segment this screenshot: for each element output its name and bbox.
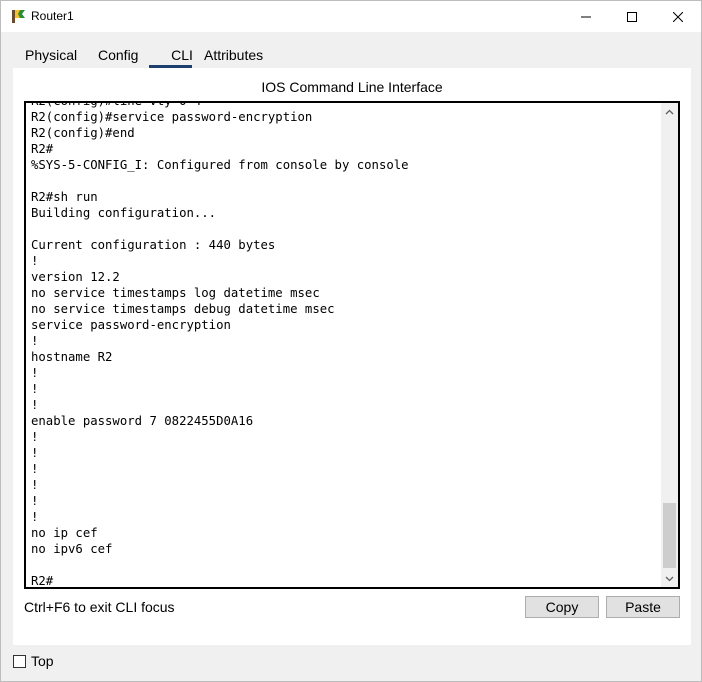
title-bar[interactable]: Router1	[1, 1, 701, 32]
close-button[interactable]	[655, 1, 701, 32]
scroll-down-button[interactable]	[661, 570, 678, 587]
exit-focus-hint: Ctrl+F6 to exit CLI focus	[24, 599, 175, 615]
tab-attributes[interactable]: Attributes	[204, 47, 263, 63]
terminal-line: !	[31, 446, 39, 460]
terminal-output: R2(config)#line vty 0 4 R2(config)#servic…	[31, 101, 409, 588]
terminal-line: no ip cef	[31, 526, 98, 540]
terminal-scrollbar[interactable]	[661, 103, 678, 587]
close-icon	[673, 11, 683, 22]
minimize-button[interactable]	[563, 1, 609, 32]
terminal-line: !	[31, 366, 39, 380]
top-checkbox[interactable]	[13, 654, 26, 668]
terminal-line: R2#sh run	[31, 190, 98, 204]
terminal-line: !	[31, 398, 39, 412]
terminal-line: !	[31, 462, 39, 476]
tab-config[interactable]: Config	[98, 47, 138, 63]
tab-cli[interactable]: CLI	[161, 47, 203, 63]
router-app-icon	[10, 8, 26, 24]
terminal-line: no service timestamps log datetime msec	[31, 286, 320, 300]
terminal-line: !	[31, 478, 39, 492]
terminal-line: !	[31, 334, 39, 348]
cli-terminal[interactable]: R2(config)#line vty 0 4 R2(config)#servic…	[24, 101, 680, 589]
footer: Top	[13, 652, 54, 670]
chevron-up-icon	[665, 109, 674, 114]
terminal-line: !	[31, 494, 39, 508]
window-title: Router1	[31, 9, 74, 23]
terminal-line: R2(config)#end	[31, 126, 135, 140]
terminal-line: !	[31, 430, 39, 444]
scroll-up-button[interactable]	[661, 103, 678, 120]
cli-panel: IOS Command Line Interface R2(config)#li…	[13, 68, 691, 645]
paste-button[interactable]: Paste	[606, 596, 680, 618]
terminal-line: !	[31, 254, 39, 268]
terminal-line: R2#	[31, 574, 54, 588]
copy-button[interactable]: Copy	[525, 596, 599, 618]
panel-title: IOS Command Line Interface	[261, 79, 443, 95]
terminal-line: !	[31, 510, 39, 524]
terminal-line: Current configuration : 440 bytes	[31, 238, 276, 252]
maximize-icon	[627, 11, 637, 22]
terminal-line: R2#	[31, 142, 54, 156]
minimize-icon	[581, 16, 591, 17]
maximize-button[interactable]	[609, 1, 655, 32]
terminal-line: !	[31, 382, 39, 396]
terminal-line: hostname R2	[31, 350, 113, 364]
terminal-line: no service timestamps debug datetime mse…	[31, 302, 335, 316]
router-window: Router1 Physical Config CLI Attributes I…	[0, 0, 702, 682]
scroll-thumb[interactable]	[663, 503, 676, 568]
terminal-line: R2(config)#line vty 0 4	[31, 101, 202, 108]
terminal-line: service password-encryption	[31, 318, 231, 332]
tab-physical[interactable]: Physical	[25, 47, 77, 63]
chevron-down-icon	[665, 576, 674, 581]
top-checkbox-label: Top	[31, 653, 54, 669]
terminal-line: R2(config)#service password-encryption	[31, 110, 313, 124]
terminal-line: %SYS-5-CONFIG_I: Configured from console…	[31, 158, 409, 172]
terminal-line: version 12.2	[31, 270, 120, 284]
terminal-line: enable password 7 0822455D0A16	[31, 414, 254, 428]
terminal-line: Building configuration...	[31, 206, 217, 220]
terminal-line: no ipv6 cef	[31, 542, 113, 556]
